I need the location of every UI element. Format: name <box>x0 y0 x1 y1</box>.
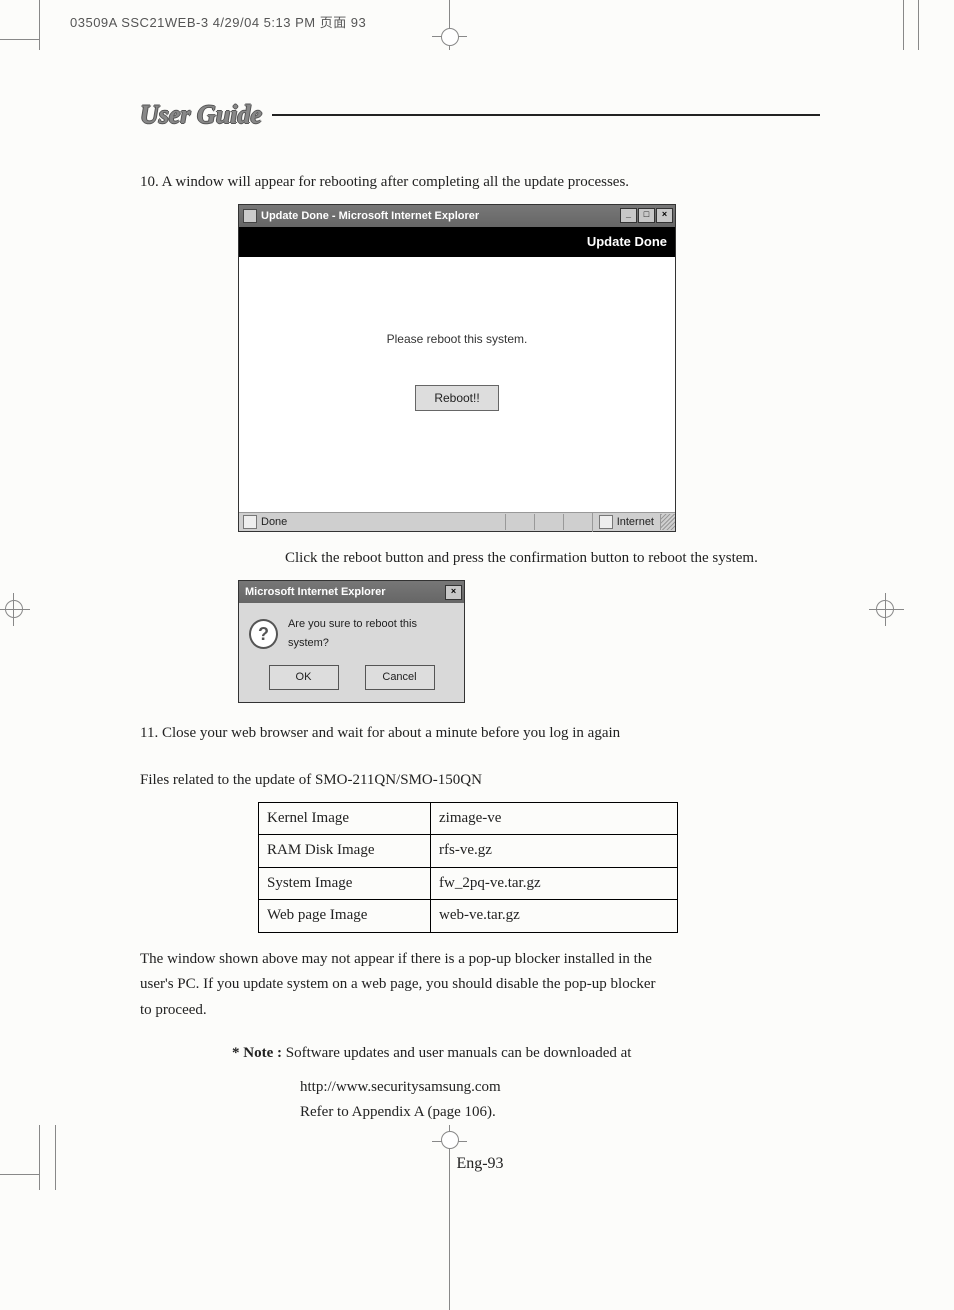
table-row: Web page Image web-ve.tar.gz <box>259 900 678 933</box>
status-segment <box>505 514 534 530</box>
ok-button[interactable]: OK <box>269 665 339 690</box>
trim-mark <box>39 0 40 50</box>
note-label: * Note : <box>232 1045 286 1061</box>
file-name-cell: fw_2pq-ve.tar.gz <box>431 867 678 900</box>
window-body: Please reboot this system. Reboot!! <box>239 257 675 512</box>
file-name-cell: zimage-ve <box>431 802 678 835</box>
crop-mark <box>441 28 459 46</box>
imposition-header: 03509A SSC21WEB-3 4/29/04 5:13 PM 页面 93 <box>70 12 366 31</box>
resize-grip[interactable] <box>660 514 675 530</box>
dialog-titlebar: Microsoft Internet Explorer × <box>239 581 464 604</box>
note-url: http://www.securitysamsung.com <box>300 1075 820 1101</box>
minimize-button[interactable]: _ <box>620 208 637 223</box>
window-title: Update Done - Microsoft Internet Explore… <box>261 207 479 226</box>
file-type-cell: RAM Disk Image <box>259 835 431 868</box>
trim-mark <box>55 1125 56 1190</box>
cancel-button[interactable]: Cancel <box>365 665 435 690</box>
file-type-cell: Web page Image <box>259 900 431 933</box>
page-number: Eng-93 <box>140 1150 820 1177</box>
close-button[interactable]: × <box>656 208 673 223</box>
section-title: User Guide <box>140 100 272 130</box>
trim-mark <box>0 39 40 40</box>
crop-mark <box>0 609 30 610</box>
note-line: * Note : Software updates and user manua… <box>232 1041 820 1067</box>
confirm-dialog: Microsoft Internet Explorer × ? Are you … <box>238 580 465 703</box>
crop-mark <box>869 609 904 610</box>
file-name-cell: web-ve.tar.gz <box>431 900 678 933</box>
update-done-banner: Update Done <box>239 227 675 257</box>
section-header: User Guide <box>140 100 820 130</box>
file-type-cell: System Image <box>259 867 431 900</box>
status-done-text: Done <box>261 513 287 532</box>
page-content: User Guide 10. A window will appear for … <box>140 100 820 1177</box>
question-icon: ? <box>249 619 278 649</box>
table-row: Kernel Image zimage-ve <box>259 802 678 835</box>
internet-zone-icon <box>599 515 613 529</box>
dialog-title: Microsoft Internet Explorer <box>245 583 386 602</box>
reboot-message: Please reboot this system. <box>387 329 528 349</box>
status-zone-text: Internet <box>617 513 654 532</box>
maximize-button[interactable]: □ <box>638 208 655 223</box>
window-titlebar: Update Done - Microsoft Internet Explore… <box>239 205 675 228</box>
section-rule <box>272 114 820 116</box>
popup-note-line1: The window shown above may not appear if… <box>140 947 820 973</box>
reboot-button[interactable]: Reboot!! <box>415 385 498 411</box>
note-text: Software updates and user manuals can be… <box>286 1045 632 1061</box>
status-segment <box>534 514 563 530</box>
table-row: System Image fw_2pq-ve.tar.gz <box>259 867 678 900</box>
dialog-message: Are you sure to reboot this system? <box>288 615 454 652</box>
note-ref: Refer to Appendix A (page 106). <box>300 1100 820 1126</box>
dialog-close-button[interactable]: × <box>445 585 462 600</box>
file-name-cell: rfs-ve.gz <box>431 835 678 868</box>
files-caption: Files related to the update of SMO-211QN… <box>140 768 820 794</box>
trim-mark <box>903 0 904 50</box>
after-window-text: Click the reboot button and press the co… <box>285 546 820 572</box>
file-type-cell: Kernel Image <box>259 802 431 835</box>
table-row: RAM Disk Image rfs-ve.gz <box>259 835 678 868</box>
trim-mark <box>39 1125 40 1190</box>
popup-note-line3: to proceed. <box>140 998 820 1024</box>
status-bar: Done Internet <box>239 512 675 531</box>
trim-mark <box>0 1174 40 1175</box>
step-10-text: 10. A window will appear for rebooting a… <box>140 170 820 196</box>
files-table: Kernel Image zimage-ve RAM Disk Image rf… <box>258 802 678 933</box>
ie-icon <box>243 209 257 223</box>
update-done-window: Update Done - Microsoft Internet Explore… <box>238 204 676 533</box>
step-11-text: 11. Close your web browser and wait for … <box>140 721 820 747</box>
trim-mark <box>918 0 919 50</box>
crop-mark <box>885 593 886 626</box>
popup-note-line2: user's PC. If you update system on a web… <box>140 972 820 998</box>
status-segment <box>563 514 592 530</box>
done-icon <box>243 515 257 529</box>
crop-mark <box>13 593 14 626</box>
